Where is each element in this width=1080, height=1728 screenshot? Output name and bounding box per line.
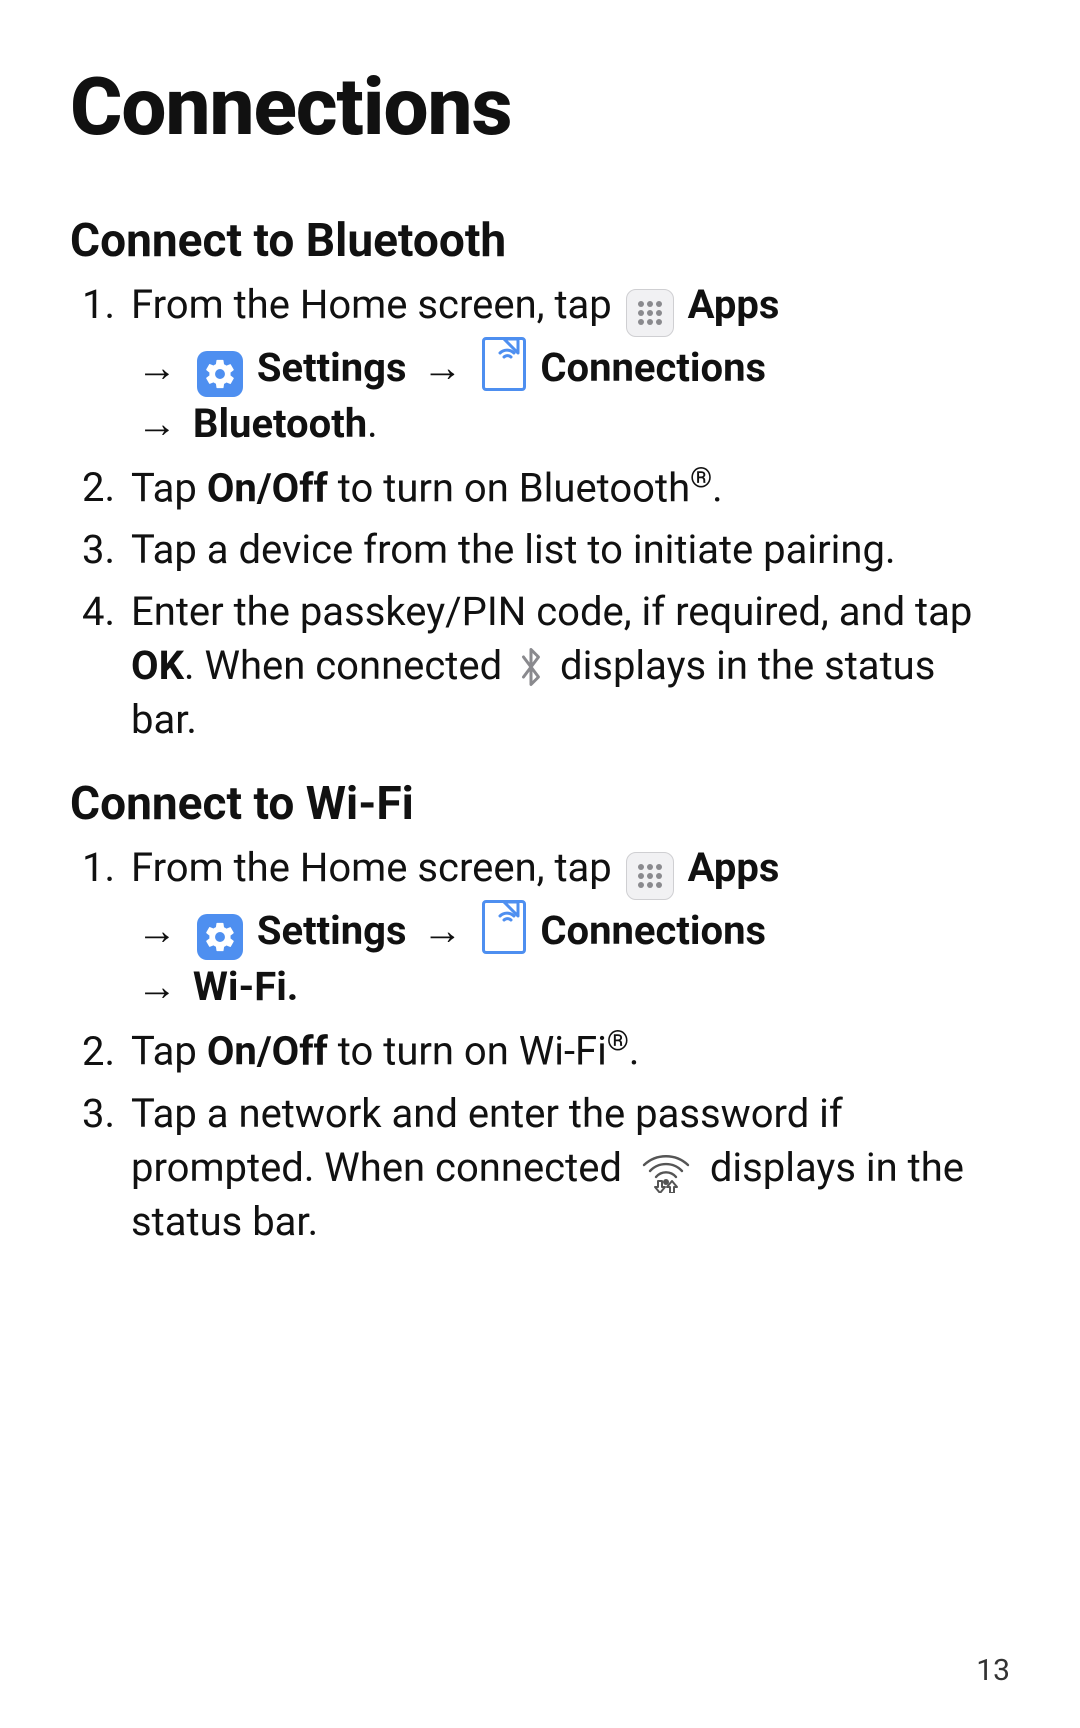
bt-step-4: Enter the passkey/PIN code, if required,…	[125, 585, 1010, 747]
text: to turn on Bluetooth	[328, 464, 690, 511]
text: . When connected	[184, 642, 512, 689]
connections-label: Connections	[540, 907, 766, 954]
settings-label: Settings	[257, 907, 407, 954]
settings-label: Settings	[257, 344, 407, 391]
arrow-icon: →	[137, 341, 177, 395]
text: Tap	[131, 464, 207, 511]
arrow-icon: →	[422, 341, 462, 395]
text: Tap a device from the list to initiate p…	[131, 526, 896, 573]
text: to turn on Wi-Fi	[328, 1028, 607, 1075]
apps-icon	[626, 289, 674, 337]
bluetooth-label: Bluetooth	[193, 400, 367, 447]
onoff-label: On/Off	[207, 1028, 328, 1075]
text: .	[629, 1028, 640, 1075]
registered-mark: ®	[690, 461, 712, 494]
bt-step-1: From the Home screen, tap Apps → Setti	[125, 278, 1010, 451]
manual-page: Connections Connect to Bluetooth From th…	[0, 0, 1080, 1728]
text: .	[367, 400, 378, 447]
apps-label: Apps	[688, 281, 780, 328]
bt-step-3: Tap a device from the list to initiate p…	[125, 523, 1010, 577]
page-number: 13	[976, 1653, 1010, 1688]
page-title: Connections	[70, 60, 1010, 154]
apps-label: Apps	[688, 844, 780, 891]
steps-bluetooth: From the Home screen, tap Apps → Setti	[70, 278, 1010, 747]
apps-icon	[626, 852, 674, 900]
text: .	[712, 464, 723, 511]
section-heading-bluetooth: Connect to Bluetooth	[70, 214, 1010, 268]
wifi-statusbar-icon	[638, 1145, 694, 1193]
text: From the Home screen, tap	[131, 844, 622, 891]
wf-step-3: Tap a network and enter the password if …	[125, 1087, 1010, 1249]
arrow-icon: →	[137, 960, 177, 1014]
arrow-icon: →	[422, 904, 462, 958]
text: From the Home screen, tap	[131, 281, 622, 328]
wifi-label: Wi-Fi.	[193, 963, 299, 1010]
connections-icon	[482, 337, 526, 391]
text: Enter the passkey/PIN code, if required,…	[131, 588, 972, 635]
settings-icon	[197, 914, 243, 960]
wf-step-1: From the Home screen, tap Apps → Setti	[125, 841, 1010, 1014]
registered-mark: ®	[607, 1024, 629, 1057]
wf-step-2: Tap On/Off to turn on Wi-Fi®.	[125, 1022, 1010, 1078]
text: Tap	[131, 1028, 207, 1075]
settings-icon	[197, 351, 243, 397]
onoff-label: On/Off	[207, 464, 328, 511]
bt-step-2: Tap On/Off to turn on Bluetooth®.	[125, 459, 1010, 515]
arrow-icon: →	[137, 904, 177, 958]
connections-label: Connections	[540, 344, 766, 391]
section-heading-wifi: Connect to Wi-Fi	[70, 777, 1010, 831]
connections-icon	[482, 900, 526, 954]
arrow-icon: →	[137, 397, 177, 451]
steps-wifi: From the Home screen, tap Apps → Setti	[70, 841, 1010, 1248]
bluetooth-statusbar-icon	[516, 647, 546, 687]
ok-label: OK	[131, 642, 184, 689]
